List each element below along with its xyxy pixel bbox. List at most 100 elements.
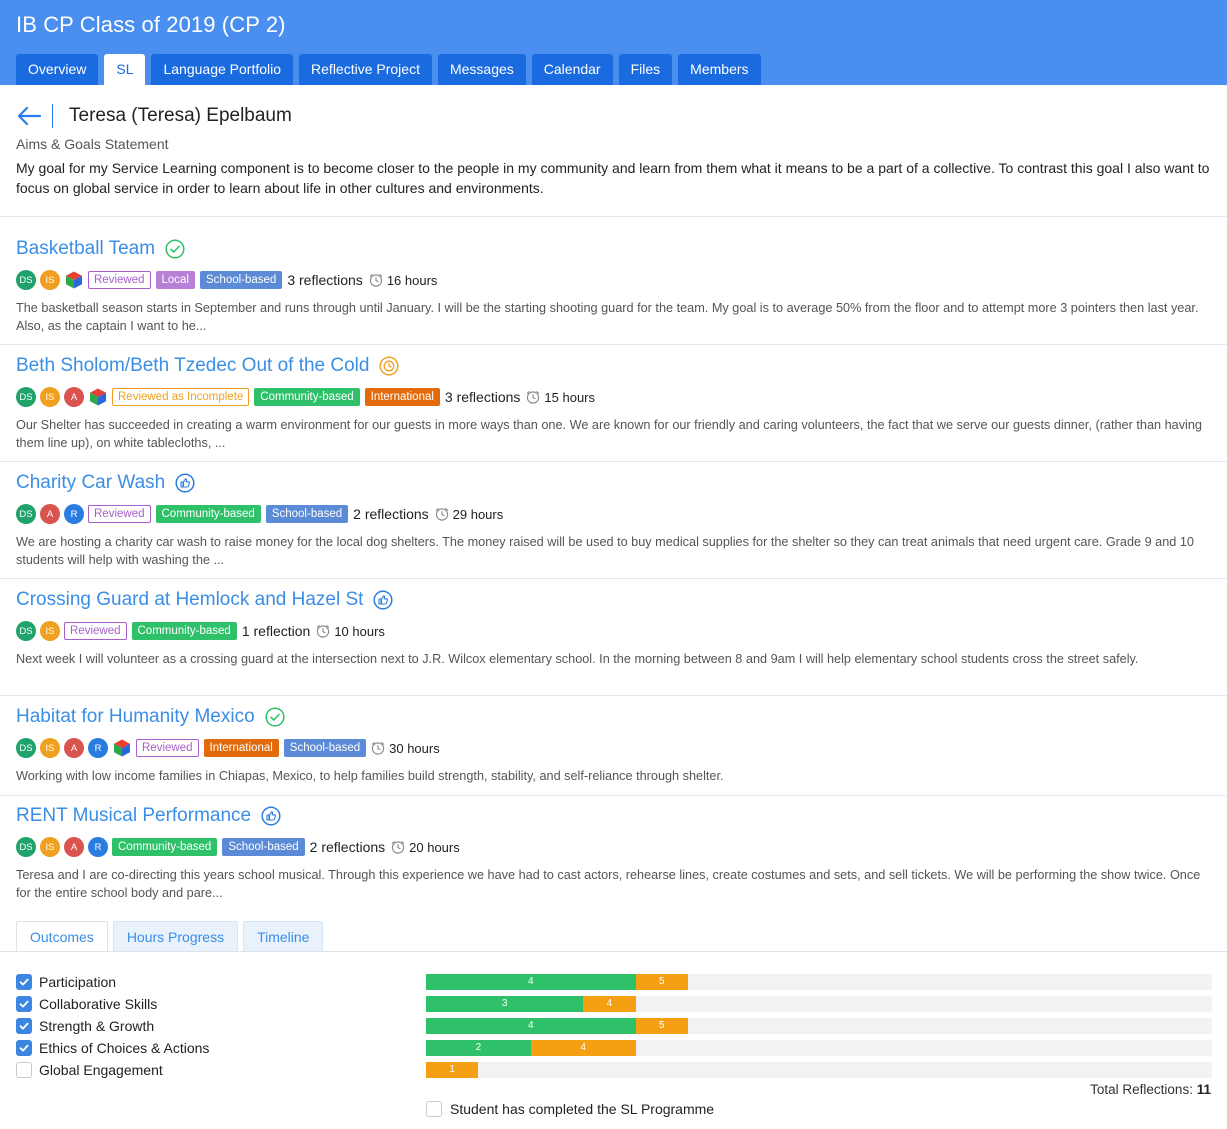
- aims-text: My goal for my Service Learning componen…: [16, 160, 1210, 196]
- avatar[interactable]: R: [88, 738, 108, 758]
- avatar[interactable]: IS: [40, 387, 60, 407]
- avatar[interactable]: IS: [40, 837, 60, 857]
- hours-count: 20 hours: [409, 839, 460, 855]
- avatar[interactable]: A: [64, 387, 84, 407]
- project-divider: [0, 461, 1227, 462]
- project-title-row: Crossing Guard at Hemlock and Hazel St: [16, 587, 1211, 613]
- badge-local: Local: [155, 271, 195, 289]
- thumbs-up-circle-icon: [175, 473, 195, 493]
- clock-icon: [391, 840, 405, 854]
- completed-label: Student has completed the SL Programme: [450, 1101, 715, 1117]
- tab-outcomes[interactable]: Outcomes: [16, 921, 108, 952]
- project-title[interactable]: Beth Sholom/Beth Tzedec Out of the Cold: [16, 355, 369, 377]
- managebac-cube-icon: [64, 270, 84, 290]
- section-divider: [0, 216, 1227, 217]
- tab-overview[interactable]: Overview: [16, 54, 99, 85]
- project-divider: [0, 695, 1227, 696]
- tab-sl[interactable]: SL: [104, 54, 146, 85]
- project-meta: DS IS Reviewed Community-based 1 reflection 1…: [16, 621, 1211, 641]
- badge-school-based: School-based: [200, 271, 283, 289]
- project-description: Next week I will volunteer as a crossing…: [16, 652, 1139, 666]
- badge-school-based: School-based: [265, 505, 349, 523]
- badge-community-based: Community-based: [112, 838, 218, 856]
- project-title[interactable]: RENT Musical Performance: [16, 805, 251, 827]
- clock-circle-icon: [379, 356, 400, 376]
- project-item: Charity Car Wash DS A R Reviewed Community-ba…: [16, 470, 1211, 569]
- hours-count: 16 hours: [386, 272, 438, 288]
- managebac-cube-icon: [112, 738, 132, 758]
- project-title-row: Beth Sholom/Beth Tzedec Out of the Cold: [16, 353, 1211, 379]
- badge-reviewed: Reviewed: [136, 739, 199, 757]
- project-title-row: RENT Musical Performance: [16, 803, 1211, 829]
- outcome-label: Global Engagement: [39, 1062, 163, 1078]
- badge-community-based: Community-based: [254, 388, 360, 406]
- avatar[interactable]: IS: [40, 270, 60, 290]
- project-description: The basketball season starts in Septembe…: [16, 301, 1199, 333]
- tab-members[interactable]: Members: [678, 54, 761, 85]
- reflections-count: 2 reflections: [353, 506, 429, 522]
- hours-count: 30 hours: [389, 740, 440, 756]
- avatar[interactable]: R: [64, 504, 84, 524]
- project-divider: [0, 344, 1227, 345]
- avatar[interactable]: DS: [16, 621, 36, 641]
- outcome-row: Global Engagement: [16, 1061, 163, 1079]
- progress-segment-completed: 4: [426, 1018, 636, 1034]
- project-divider: [0, 578, 1227, 579]
- tab-files[interactable]: Files: [618, 54, 673, 85]
- project-item: Crossing Guard at Hemlock and Hazel St DS…: [16, 587, 1211, 668]
- outcome-tabs: Outcomes Hours Progress Timeline: [16, 921, 324, 952]
- total-reflections-value: 11: [1196, 1082, 1211, 1097]
- project-item: Habitat for Humanity Mexico DS IS A R Reviewe…: [16, 704, 1211, 785]
- outcome-label: Collaborative Skills: [39, 996, 158, 1012]
- tab-reflective-project[interactable]: Reflective Project: [299, 54, 432, 85]
- project-title[interactable]: Charity Car Wash: [16, 472, 165, 494]
- project-title[interactable]: Crossing Guard at Hemlock and Hazel St: [16, 589, 363, 611]
- outcome-label: Participation: [39, 974, 117, 990]
- avatar[interactable]: DS: [16, 270, 36, 290]
- avatar[interactable]: DS: [16, 738, 36, 758]
- tab-messages[interactable]: Messages: [437, 54, 526, 85]
- avatar[interactable]: A: [64, 837, 84, 857]
- tab-timeline[interactable]: Timeline: [243, 921, 324, 952]
- tab-hours-progress[interactable]: Hours Progress: [112, 921, 239, 952]
- outcome-checkbox[interactable]: [16, 996, 32, 1012]
- outcome-checkbox[interactable]: [16, 1018, 32, 1034]
- total-reflections: Total Reflections: 11: [1090, 1082, 1211, 1097]
- avatar[interactable]: A: [64, 738, 84, 758]
- back-arrow-icon[interactable]: [16, 105, 42, 127]
- badge-reviewed: Reviewed: [88, 505, 151, 523]
- completed-checkbox[interactable]: [426, 1101, 442, 1117]
- hours-count: 15 hours: [544, 389, 595, 405]
- avatar[interactable]: DS: [16, 837, 36, 857]
- project-meta: DS IS A R Reviewed International School-based 3…: [16, 738, 1211, 758]
- project-description: Working with low income families in Chia…: [16, 769, 724, 783]
- project-title-row: Habitat for Humanity Mexico: [16, 704, 1211, 730]
- reflections-count: 2 reflections: [309, 839, 386, 855]
- outcome-checkbox[interactable]: [16, 1040, 32, 1056]
- avatar[interactable]: R: [88, 837, 108, 857]
- avatar[interactable]: IS: [40, 621, 60, 641]
- tab-calendar[interactable]: Calendar: [531, 54, 613, 85]
- nav-tabs: Overview SL Language Portfolio Reflective P…: [16, 54, 761, 85]
- progress-segment-planned: 1: [426, 1062, 479, 1078]
- outcome-row: Participation: [16, 973, 116, 991]
- avatar[interactable]: DS: [16, 387, 36, 407]
- project-title-row: Basketball Team: [16, 236, 1211, 262]
- progress-segment-planned: 4: [583, 996, 636, 1012]
- badge-international: International: [203, 739, 279, 757]
- thumbs-up-circle-icon: [261, 806, 281, 826]
- outcome-checkbox[interactable]: [16, 1062, 32, 1078]
- avatar[interactable]: DS: [16, 504, 36, 524]
- outcome-label: Ethics of Choices & Actions: [39, 1040, 210, 1056]
- outcome-checkbox[interactable]: [16, 974, 32, 990]
- project-item: Beth Sholom/Beth Tzedec Out of the Cold D…: [16, 353, 1211, 452]
- avatar[interactable]: A: [40, 504, 60, 524]
- tab-language-portfolio[interactable]: Language Portfolio: [151, 54, 294, 85]
- project-title[interactable]: Habitat for Humanity Mexico: [16, 706, 255, 728]
- clock-icon: [369, 273, 383, 287]
- completed-row: Student has completed the SL Programme: [426, 1101, 714, 1117]
- outcome-row: Collaborative Skills: [16, 995, 157, 1013]
- project-title[interactable]: Basketball Team: [16, 238, 155, 260]
- badge-community-based: Community-based: [155, 505, 261, 523]
- avatar[interactable]: IS: [40, 738, 60, 758]
